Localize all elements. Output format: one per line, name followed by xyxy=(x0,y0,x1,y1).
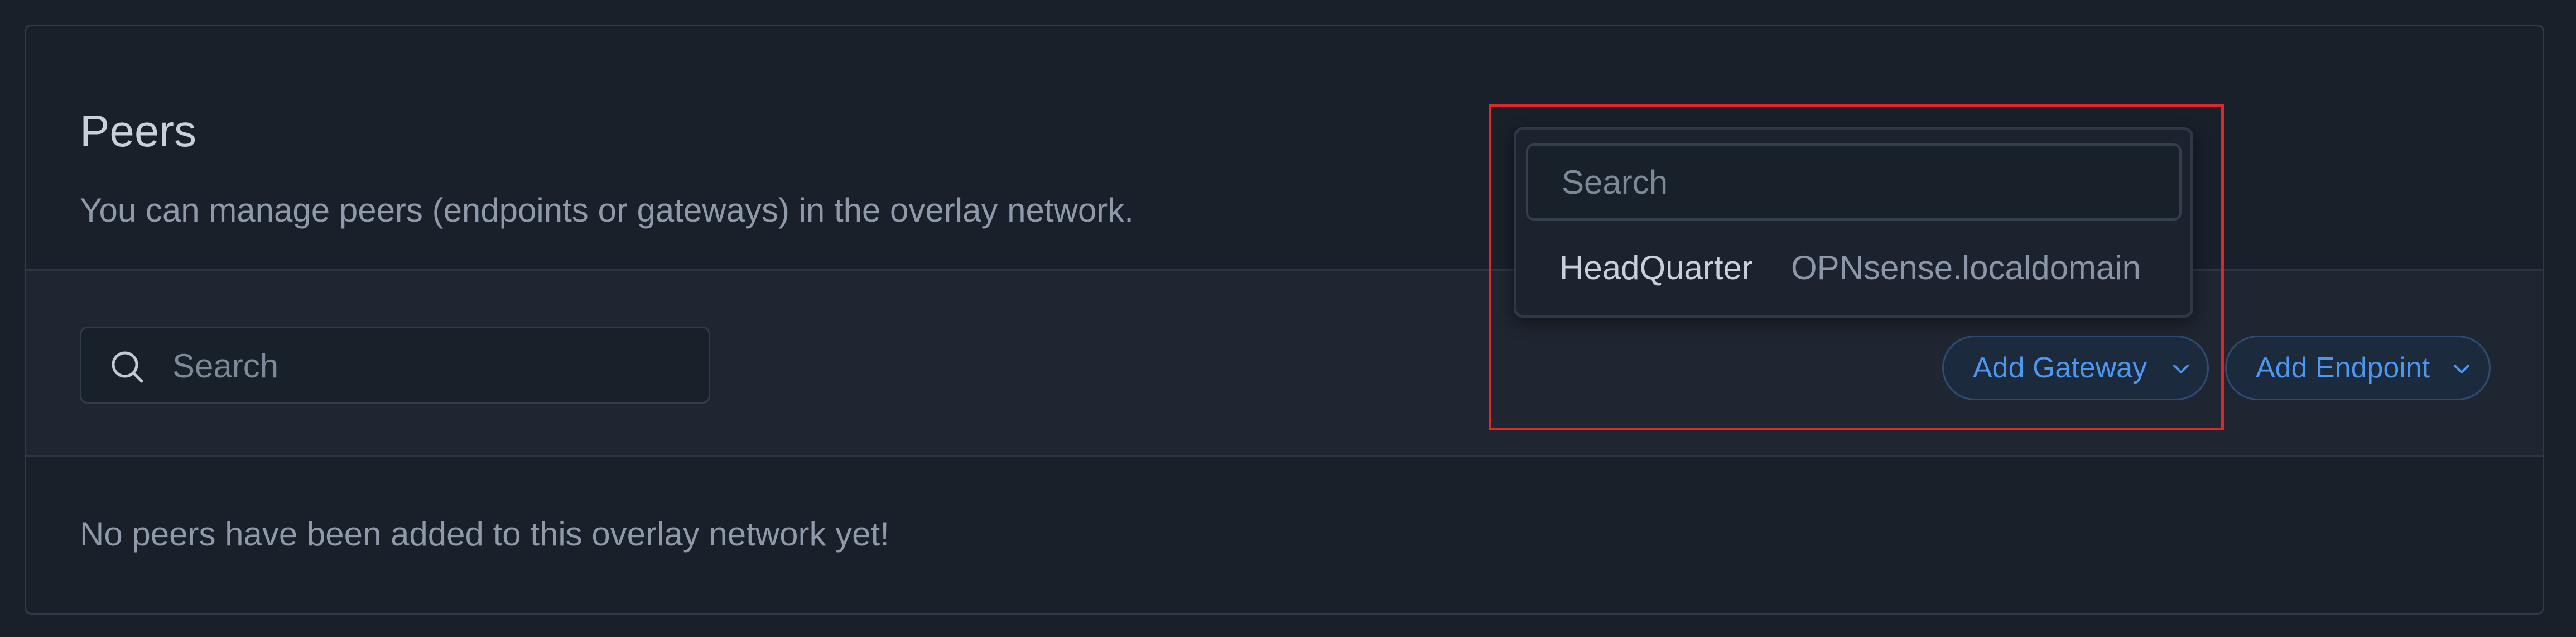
dropdown-search-input[interactable]: Search xyxy=(1526,143,2182,221)
gateway-name: HeadQuarter xyxy=(1559,249,1753,286)
search-icon xyxy=(112,351,143,383)
chevron-down-icon xyxy=(2454,365,2469,373)
dropdown-item-headquarter[interactable]: HeadQuarter OPNsense.localdomain xyxy=(1516,231,2190,303)
empty-state-message: No peers have been added to this overlay… xyxy=(80,515,889,553)
dropdown-search-placeholder: Search xyxy=(1562,164,1668,201)
search-input[interactable]: Search xyxy=(80,327,710,404)
add-endpoint-button[interactable]: Add Endpoint xyxy=(2225,336,2491,400)
chevron-down-icon xyxy=(2173,365,2189,373)
peers-card: Peers You can manage peers (endpoints or… xyxy=(25,25,2544,615)
gateway-dropdown-menu: Search HeadQuarter OPNsense.localdomain xyxy=(1514,127,2193,318)
gateway-host: OPNsense.localdomain xyxy=(1791,249,2141,286)
add-gateway-label: Add Gateway xyxy=(1973,352,2148,384)
add-endpoint-label: Add Endpoint xyxy=(2256,352,2430,384)
page-title: Peers xyxy=(80,106,196,156)
page-subtitle: You can manage peers (endpoints or gatew… xyxy=(80,191,1134,229)
add-gateway-button[interactable]: Add Gateway xyxy=(1942,336,2209,400)
search-placeholder: Search xyxy=(172,347,279,385)
